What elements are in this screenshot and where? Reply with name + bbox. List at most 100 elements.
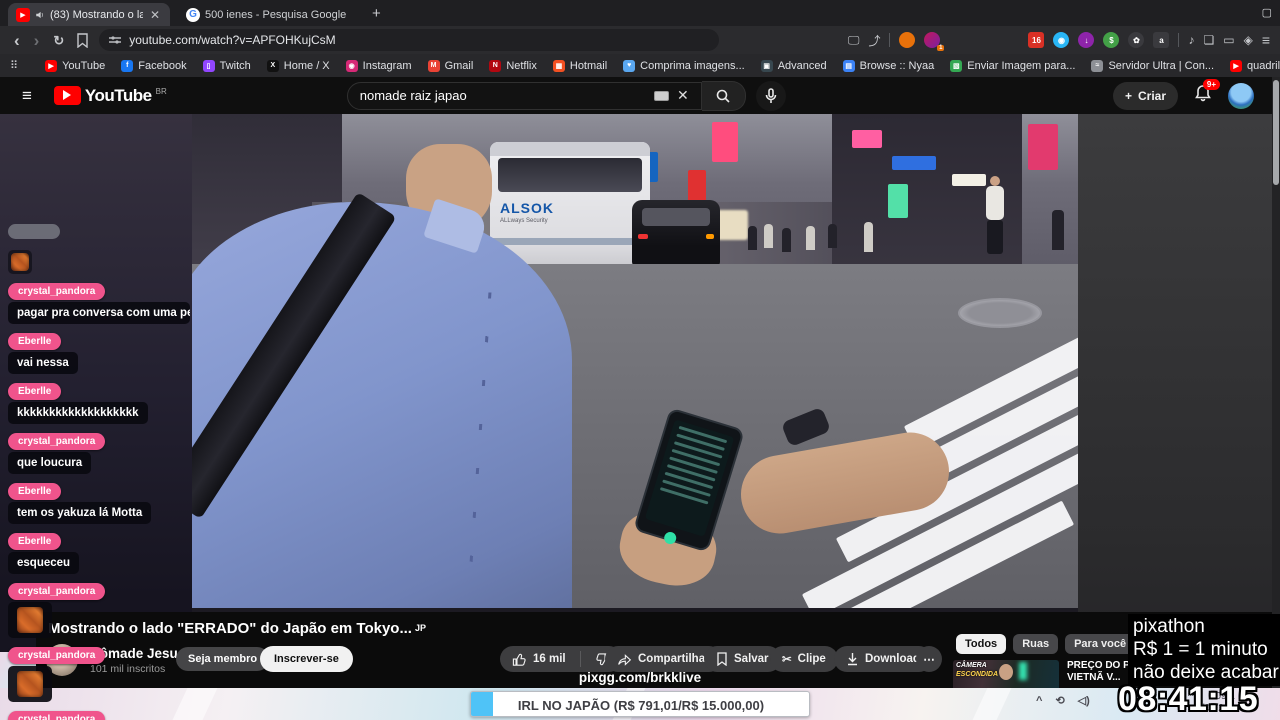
chat-username-badge: crystal_pandora (8, 647, 106, 664)
pedestrian (1052, 210, 1064, 250)
bookmark-item[interactable]: ◉ Instagram (345, 59, 412, 72)
chat-bubble (8, 250, 32, 274)
bookmark-item[interactable]: ▣ Advanced (760, 59, 827, 72)
extension-icon[interactable]: ✿ (1128, 32, 1145, 48)
bookmark-item[interactable]: ▦ Hotmail (552, 59, 607, 72)
clip-button[interactable]: ✂ Clipe (770, 646, 838, 672)
chat-username-badge: crystal_pandora (8, 711, 106, 720)
bookmark-item[interactable]: ▧ Enviar Imagem para... (950, 59, 1075, 72)
url-text: youtube.com/watch?v=APFOHKujCsM (129, 33, 336, 47)
neon-sign (892, 156, 936, 170)
keyboard-icon[interactable] (654, 90, 670, 101)
account-avatar[interactable] (1228, 82, 1254, 109)
create-button[interactable]: + Criar (1112, 81, 1178, 110)
search-box[interactable]: ✕ (346, 81, 702, 110)
chat-bubble: · (8, 224, 60, 239)
chat-message: crystal_pandora (8, 647, 198, 702)
filter-chip[interactable]: Ruas (1013, 634, 1059, 654)
thumbnail-caption: CÂMERA (956, 662, 987, 669)
chat-username-badge: crystal_pandora (8, 283, 106, 300)
search-button[interactable] (701, 80, 746, 111)
masthead-right: + Criar 9+ (1112, 78, 1280, 110)
bookmark-icon[interactable] (76, 32, 89, 48)
bookmark-favicon: ♥ (623, 59, 636, 72)
wallet-icon[interactable]: ▭ (1223, 33, 1234, 47)
tray-volume-icon[interactable]: ◁) (1078, 694, 1090, 707)
tab-google-search[interactable]: G 500 ienes - Pesquisa Google (178, 3, 362, 26)
bookmark-item[interactable]: X Home / X (266, 59, 330, 72)
more-actions-button[interactable]: ⋯ (916, 646, 942, 672)
extension-icon[interactable]: ↓ (1078, 32, 1095, 48)
bookmark-item[interactable]: ▶ quadrilogia dedadã... (1230, 59, 1280, 72)
thumbs-up-icon[interactable] (512, 652, 527, 667)
apps-grid-icon[interactable]: ⠿ (10, 59, 18, 72)
more-icon: ⋯ (923, 654, 935, 666)
bookmark-favicon: ▧ (950, 59, 963, 72)
window-controls-icon[interactable]: ▢ (1262, 6, 1272, 19)
bookmark-list: ▶ YouTube f Facebook ▯ Twitch X Home / X (45, 59, 1280, 72)
subscribe-button[interactable]: Inscrever-se (260, 646, 353, 672)
chat-bubble: vai nessa (8, 352, 78, 374)
tray-sync-icon[interactable]: ⟲ (1055, 694, 1064, 707)
search-input[interactable] (359, 88, 647, 103)
plus-icon: + (1124, 88, 1132, 103)
stream-chat-overlay: · crystal_pandora pagar pra conversa com… (8, 222, 198, 720)
notifications-button[interactable]: 9+ (1194, 78, 1220, 108)
bookmark-favicon: ▤ (842, 59, 855, 72)
tray-chevron-icon[interactable]: ^ (1036, 695, 1042, 707)
neon-sign (712, 122, 738, 162)
extension-icon[interactable]: $ (1103, 32, 1120, 48)
pedestrian-white-shirt (984, 176, 1006, 254)
black-taxi (632, 200, 720, 266)
bookmark-item[interactable]: M Gmail (427, 59, 473, 72)
tab-audio-icon[interactable] (35, 10, 45, 20)
filter-chip[interactable]: Para você (1065, 634, 1136, 654)
bookmark-item[interactable]: ♥ Comprima imagens... (623, 59, 745, 72)
bookmark-item[interactable]: N Netflix (489, 59, 537, 72)
youtube-masthead: ≡ YouTube BR ✕ + Criar (0, 77, 1280, 114)
toolbar-extensions: 🖵 ⤴ 1 16 ◉ ↓ $ ✿ a ♪ ❏ ▭ ◈ ≡ (848, 32, 1280, 51)
extension-icon[interactable]: ◉ (1053, 32, 1070, 48)
new-tab-button[interactable]: + (372, 5, 381, 22)
bookmark-item[interactable]: ≈ Servidor Ultra | Con... (1091, 59, 1214, 72)
video-player[interactable]: 水店 ALSOK ALLways Security (192, 114, 1078, 608)
like-count[interactable]: 16 mil (533, 653, 566, 665)
extension-icon[interactable]: a (1153, 32, 1170, 48)
neon-sign (852, 130, 882, 148)
browser-menu-icon[interactable]: ≡ (1262, 32, 1270, 48)
extension-triangle-icon[interactable]: 1 (924, 32, 945, 51)
shield-icon[interactable]: ◈ (1244, 33, 1253, 47)
youtube-logo[interactable]: YouTube BR (53, 85, 167, 106)
system-tray: ^ ⟲ ◁) (1036, 694, 1090, 708)
chat-message: Eberlle kkkkkkkkkkkkkkkkkkk (8, 383, 198, 424)
voice-search-button[interactable] (755, 80, 786, 111)
bookmark-item[interactable]: f Facebook (121, 59, 187, 72)
bookmark-item[interactable]: ▯ Twitch (202, 59, 251, 72)
side-panel-icon[interactable]: ❏ (1203, 33, 1214, 47)
bookmark-favicon: M (427, 59, 440, 72)
back-button[interactable]: ‹ (14, 32, 20, 49)
cast-icon[interactable]: 🖵 (848, 33, 860, 48)
filter-chip[interactable]: Todos (956, 634, 1007, 654)
share-icon[interactable]: ⤴ (868, 32, 880, 49)
chat-message: Eberlle tem os yakuza lá Motta (8, 483, 198, 524)
tab-youtube[interactable]: ▶ (83) Mostrando o lado "ERRA... ✕ (8, 3, 170, 26)
extension-icon[interactable]: 16 (1028, 32, 1045, 48)
extension-adblock-icon[interactable] (899, 32, 916, 48)
address-bar[interactable]: youtube.com/watch?v=APFOHKujCsM (99, 29, 720, 51)
scrollbar-thumb[interactable] (1273, 80, 1279, 185)
bookmark-item[interactable]: ▤ Browse :: Nyaa (842, 59, 934, 72)
reload-button[interactable]: ↻ (53, 34, 64, 47)
bookmark-item[interactable]: ▶ YouTube (45, 59, 105, 72)
notification-badge: 9+ (1202, 78, 1220, 90)
forward-button[interactable]: › (34, 32, 40, 49)
clear-search-icon[interactable]: ✕ (677, 87, 689, 104)
streamer-person (192, 144, 578, 608)
site-settings-icon[interactable] (109, 35, 122, 45)
chat-bubble: pagar pra conversa com uma pessoa (8, 302, 190, 324)
music-panel-icon[interactable]: ♪ (1188, 33, 1194, 47)
tab-close-icon[interactable]: ✕ (148, 8, 162, 22)
guide-menu-icon[interactable]: ≡ (22, 86, 32, 106)
chat-username-badge: Eberlle (8, 383, 62, 400)
bookmark-favicon: ◉ (345, 59, 358, 72)
